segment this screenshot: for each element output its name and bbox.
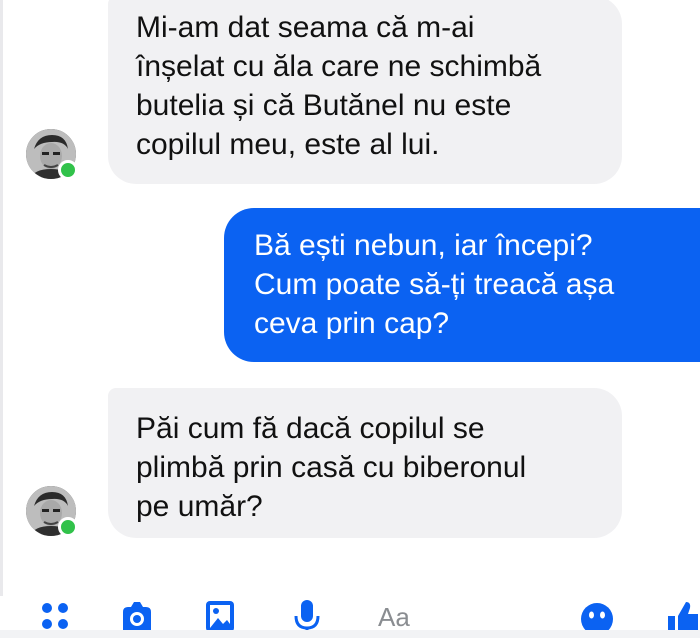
image-icon[interactable] [203, 598, 237, 632]
online-status-dot [58, 160, 78, 180]
contact-avatar[interactable] [26, 486, 78, 537]
like-icon[interactable] [664, 598, 698, 632]
incoming-message-bubble[interactable]: Păi cum fă dacă copilul se plimbă prin c… [108, 388, 622, 538]
bottom-bar [0, 630, 700, 638]
message-input[interactable] [360, 600, 578, 634]
chat-screen: Mi-am dat seama că m-ai înșelat cu ăla c… [0, 0, 700, 638]
online-status-dot [58, 517, 78, 537]
microphone-icon[interactable] [290, 598, 324, 632]
emoji-icon[interactable] [580, 598, 614, 635]
incoming-message-bubble[interactable]: Mi-am dat seama că m-ai înșelat cu ăla c… [108, 0, 622, 184]
divider [0, 0, 3, 600]
outgoing-message-bubble[interactable]: Bă ești nebun, iar începi? Cum poate să-… [224, 208, 700, 362]
apps-icon[interactable] [38, 598, 72, 632]
contact-avatar[interactable] [26, 129, 78, 180]
camera-icon[interactable] [120, 598, 154, 632]
